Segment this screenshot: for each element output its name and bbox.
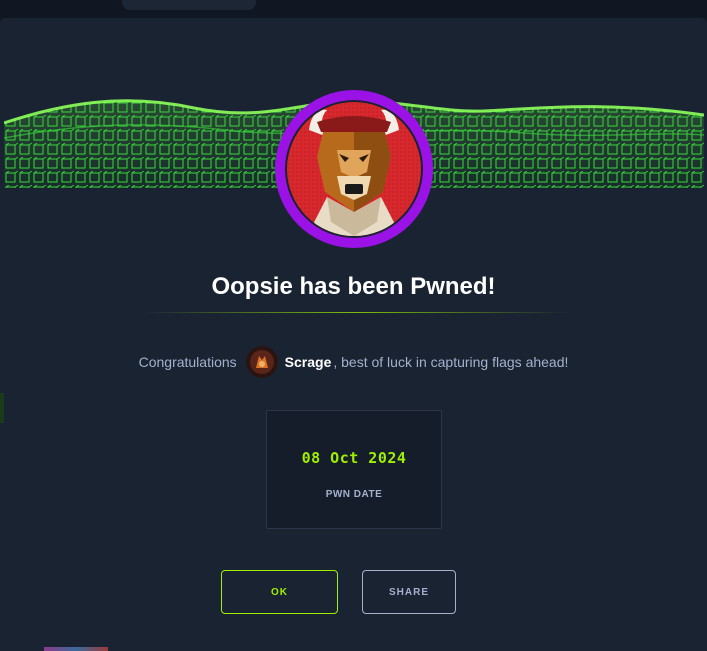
background-color-strip — [44, 647, 108, 651]
congrats-prefix: Congratulations — [138, 354, 237, 370]
machine-avatar-ring — [275, 90, 433, 248]
pwn-date-value: 08 Oct 2024 — [301, 449, 407, 467]
backdrop-search-pill — [122, 0, 256, 10]
title-divider — [143, 312, 568, 313]
pwned-modal: Oopsie has been Pwned! Congratulations S… — [0, 18, 707, 651]
backdrop-top-bar — [0, 0, 707, 18]
congrats-suffix: , best of luck in capturing flags ahead! — [333, 354, 569, 370]
share-button-label: SHARE — [388, 586, 429, 598]
ok-button-label: OK — [271, 586, 288, 598]
pwn-date-card: 08 Oct 2024 PWN DATE — [266, 410, 442, 529]
modal-title: Oopsie has been Pwned! — [211, 273, 496, 300]
user-avatar-icon — [245, 346, 278, 378]
pwn-date-label: PWN DATE — [325, 489, 383, 500]
bull-avatar-icon — [287, 102, 421, 236]
left-edge-strip — [0, 393, 4, 423]
share-button[interactable]: SHARE — [362, 570, 456, 614]
ok-button[interactable]: OK — [221, 570, 338, 614]
congrats-message: Congratulations Scrage , best of luck in… — [0, 346, 707, 378]
username[interactable]: Scrage — [285, 354, 332, 370]
